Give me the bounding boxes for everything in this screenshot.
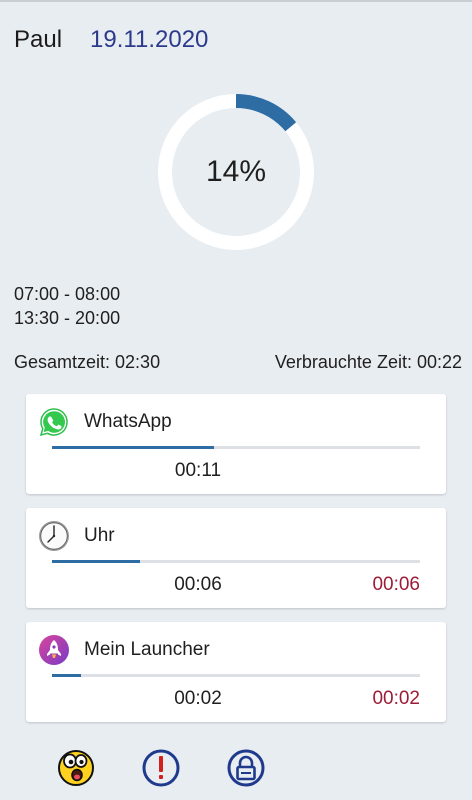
- app-usage-bar: [52, 446, 420, 449]
- app-card-whatsapp[interactable]: WhatsApp 00:11: [26, 394, 446, 494]
- surprised-face-icon[interactable]: [54, 746, 98, 790]
- date-label: 19.11.2020: [90, 26, 209, 53]
- app-usage-bar-fill: [52, 674, 82, 677]
- app-card-header: WhatsApp: [38, 406, 172, 438]
- total-time-label: Gesamtzeit: 02:30: [14, 352, 161, 372]
- rocket-launcher-icon: [38, 634, 70, 666]
- app-card-mein-launcher[interactable]: Mein Launcher 00:02 00:02: [26, 622, 446, 722]
- lock-icon[interactable]: [224, 746, 268, 790]
- bottom-toolbar: [0, 746, 472, 790]
- usage-progress-ring: 14%: [156, 92, 316, 252]
- user-name: Paul: [14, 26, 63, 53]
- app-usage-bar: [52, 560, 420, 563]
- clock-icon: [38, 520, 70, 552]
- app-time-used: 00:02: [174, 688, 222, 709]
- app-time-limit: 00:06: [372, 574, 420, 595]
- app-card-header: Mein Launcher: [38, 634, 210, 666]
- app-name: Mein Launcher: [84, 639, 210, 660]
- app-time-used: 00:06: [174, 574, 222, 595]
- app-time-used: 00:11: [174, 460, 222, 481]
- used-time-label: Verbrauchte Zeit: 00:22: [274, 352, 462, 372]
- whatsapp-icon: [38, 406, 70, 438]
- app-name: Uhr: [84, 525, 115, 546]
- schedule-slot: 13:30 - 20:00: [14, 308, 121, 328]
- app-time-limit: 00:02: [372, 688, 420, 709]
- schedule-list: 07:00 - 08:00 13:30 - 20:00: [14, 282, 120, 330]
- app-usage-bar-fill: [52, 560, 141, 563]
- time-totals: Gesamtzeit: 02:30 Verbrauchte Zeit: 00:2…: [14, 352, 462, 373]
- app-card-header: Uhr: [38, 520, 115, 552]
- top-divider: [0, 0, 472, 2]
- alert-icon[interactable]: [139, 746, 183, 790]
- app-usage-bar-fill: [52, 446, 214, 449]
- app-name: WhatsApp: [84, 411, 172, 432]
- schedule-slot: 07:00 - 08:00: [14, 284, 121, 304]
- progress-percent: 14%: [205, 155, 267, 188]
- app-card-uhr[interactable]: Uhr 00:06 00:06: [26, 508, 446, 608]
- header: Paul 19.11.2020: [14, 26, 208, 54]
- app-usage-bar: [52, 674, 420, 677]
